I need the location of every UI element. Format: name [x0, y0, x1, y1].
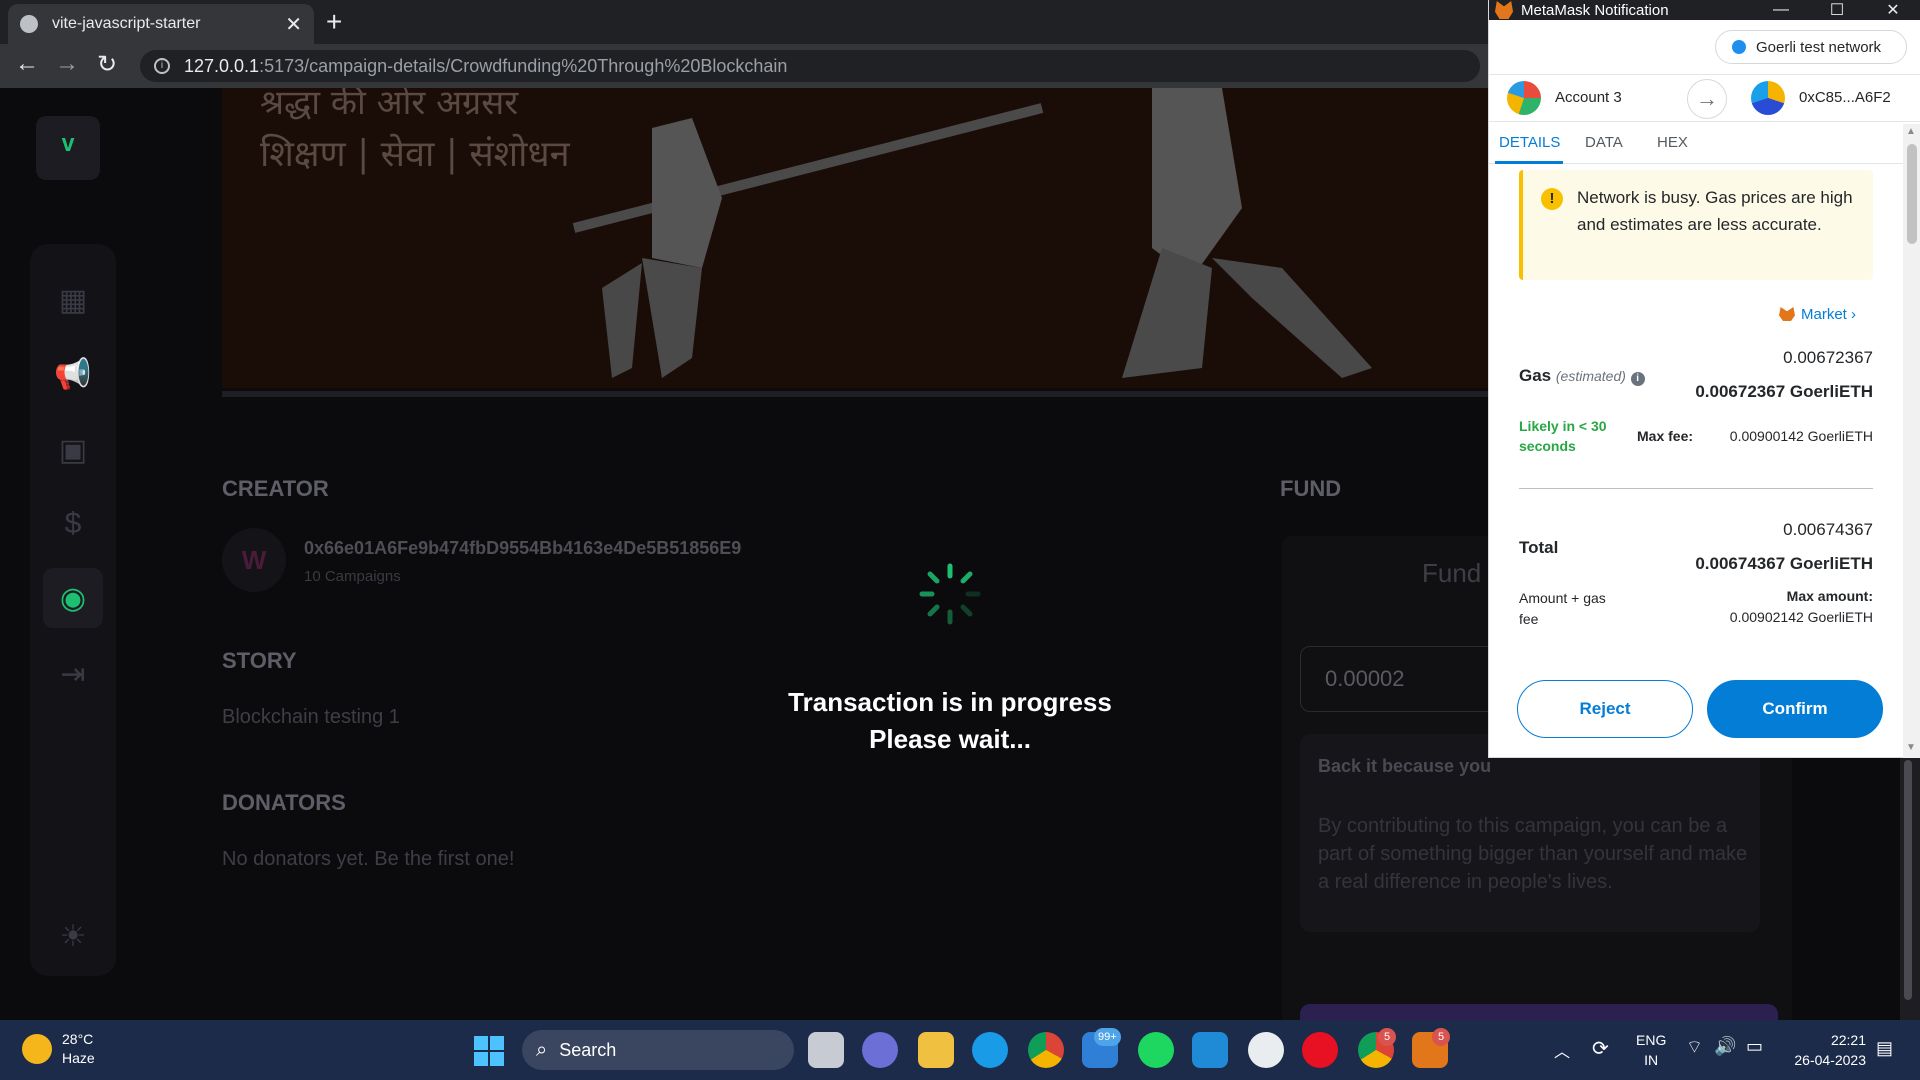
total-value: 0.00674367	[1783, 520, 1873, 539]
metamask-window-title: MetaMask Notification	[1521, 1, 1669, 19]
opera-icon[interactable]	[1302, 1032, 1338, 1068]
account-avatar-icon	[1507, 81, 1541, 115]
network-name: Goerli test network	[1756, 38, 1882, 56]
reject-button[interactable]: Reject	[1517, 680, 1693, 738]
network-dot-icon	[1732, 40, 1746, 54]
warning-text: Network is busy. Gas prices are high and…	[1577, 188, 1853, 234]
weather-widget[interactable]: 28°C Haze	[22, 1030, 95, 1068]
taskbar-search[interactable]: ⌕ Search	[522, 1030, 794, 1070]
clock[interactable]: 22:21 26-04-2023	[1786, 1030, 1866, 1070]
tab-title: vite-javascript-starter	[52, 15, 201, 32]
network-busy-warning: ! Network is busy. Gas prices are high a…	[1519, 170, 1873, 280]
volume-icon[interactable]: 🔊	[1714, 1036, 1736, 1057]
sync-icon[interactable]: ⟳	[1592, 1036, 1609, 1061]
page-scrollbar[interactable]	[1900, 758, 1920, 1020]
metamask-badge: 5	[1432, 1028, 1450, 1046]
total-label: Total	[1519, 538, 1559, 557]
to-account-address[interactable]: 0xC85...A6F2	[1799, 89, 1891, 106]
chrome-badge: 5	[1378, 1028, 1396, 1046]
tab-close-icon[interactable]: ✕	[285, 12, 302, 37]
tab-hex[interactable]: HEX	[1657, 134, 1688, 151]
loading-line2: Please wait...	[869, 724, 1031, 754]
maximize-icon[interactable]: ☐	[1809, 0, 1865, 20]
loading-overlay: Transaction is in progress Please wait..…	[0, 88, 1500, 1020]
arrow-right-icon: →	[1687, 79, 1727, 119]
whatsapp-icon[interactable]	[1248, 1032, 1284, 1068]
address-bar[interactable]: i 127.0.0.1:5173/campaign-details/Crowdf…	[140, 50, 1480, 82]
weather-desc: Haze	[62, 1050, 95, 1066]
task-view-icon[interactable]	[808, 1032, 844, 1068]
tab-details[interactable]: DETAILS	[1499, 134, 1560, 151]
loading-line1: Transaction is in progress	[788, 687, 1112, 717]
confirm-button[interactable]: Confirm	[1707, 680, 1883, 738]
windows-taskbar: 28°C Haze ⌕ Search 99+ 5 5 ︿ ⟳ ENG IN ⌔ …	[0, 1020, 1920, 1080]
mail-badge: 99+	[1094, 1028, 1121, 1046]
chrome-icon[interactable]	[1028, 1032, 1064, 1068]
edge-browser-icon[interactable]	[972, 1032, 1008, 1068]
gas-value-eth: 0.00672367 GoerliETH	[1695, 382, 1873, 401]
scrollbar-thumb[interactable]	[1907, 144, 1917, 244]
gas-value: 0.00672367	[1783, 348, 1873, 367]
tab-data[interactable]: DATA	[1585, 134, 1623, 151]
scroll-up-icon[interactable]: ▲	[1906, 126, 1916, 137]
metamask-title-bar: MetaMask Notification — ☐ ✕	[1489, 0, 1920, 20]
globe-icon	[20, 15, 38, 33]
teams-chat-icon[interactable]	[862, 1032, 898, 1068]
max-fee-label: Max fee:	[1637, 428, 1694, 444]
minimize-icon[interactable]: —	[1753, 1, 1809, 19]
gas-market-selector[interactable]: Market ›	[1779, 306, 1856, 323]
search-label: Search	[559, 1039, 617, 1060]
fox-market-icon	[1779, 307, 1795, 321]
reload-icon[interactable]: ↻	[92, 50, 122, 79]
chevron-up-icon[interactable]: ︿	[1554, 1038, 1570, 1062]
weather-temp: 28°C	[62, 1031, 94, 1047]
wifi-icon[interactable]: ⌔	[1686, 1036, 1703, 1059]
browser-tab[interactable]: vite-javascript-starter ✕	[8, 4, 314, 44]
url-text: 127.0.0.1:5173/campaign-details/Crowdfun…	[184, 55, 788, 76]
search-icon: ⌕	[536, 1038, 548, 1061]
metamask-scrollbar[interactable]: ▲ ▼	[1903, 124, 1920, 758]
network-selector[interactable]: Goerli test network	[1715, 30, 1907, 64]
max-amount-value: 0.00902142 GoerliETH	[1729, 609, 1873, 625]
haze-sun-icon	[22, 1034, 52, 1064]
metamask-tabs: DETAILS DATA HEX	[1489, 124, 1903, 164]
windows-start-icon[interactable]	[474, 1036, 504, 1066]
loading-message: Transaction is in progress Please wait..…	[700, 684, 1200, 758]
language-indicator[interactable]: ENG IN	[1636, 1030, 1666, 1070]
spotify-icon[interactable]	[1138, 1032, 1174, 1068]
active-tab-indicator	[1495, 161, 1563, 164]
recipient-avatar-icon	[1751, 81, 1785, 115]
scroll-down-icon[interactable]: ▼	[1906, 742, 1916, 753]
max-amount-label: Max amount:	[1786, 588, 1873, 604]
page-scrollbar-thumb[interactable]	[1904, 760, 1912, 1000]
from-account-name[interactable]: Account 3	[1555, 89, 1622, 106]
section-divider	[1519, 488, 1873, 489]
file-explorer-icon[interactable]	[918, 1032, 954, 1068]
max-fee-value: 0.00900142 GoerliETH	[1729, 428, 1873, 444]
warning-icon: !	[1541, 188, 1563, 210]
gas-label: Gas (estimated) i	[1519, 366, 1645, 386]
notification-icon[interactable]: ▤	[1876, 1038, 1893, 1059]
market-label: Market	[1801, 306, 1847, 323]
likely-time-text: Likely in < 30 seconds	[1519, 418, 1607, 454]
total-value-eth: 0.00674367 GoerliETH	[1695, 554, 1873, 573]
loading-spinner-icon	[919, 563, 981, 625]
metamask-notification-window: MetaMask Notification — ☐ ✕ Goerli test …	[1488, 0, 1920, 758]
vscode-icon[interactable]	[1192, 1032, 1228, 1068]
window-close-icon[interactable]: ✕	[1865, 0, 1920, 20]
site-info-icon[interactable]: i	[154, 58, 170, 74]
chevron-right-icon: ›	[1851, 306, 1857, 323]
back-arrow-icon[interactable]: ←	[12, 50, 42, 78]
account-transfer-row: Account 3 → 0xC85...A6F2	[1489, 74, 1920, 122]
battery-icon[interactable]: ▭	[1746, 1036, 1763, 1057]
metamask-fox-icon	[1495, 1, 1513, 19]
new-tab-icon[interactable]: +	[326, 6, 342, 38]
amount-gas-label: Amount + gas fee	[1519, 590, 1606, 627]
forward-arrow-icon[interactable]: →	[52, 50, 82, 78]
